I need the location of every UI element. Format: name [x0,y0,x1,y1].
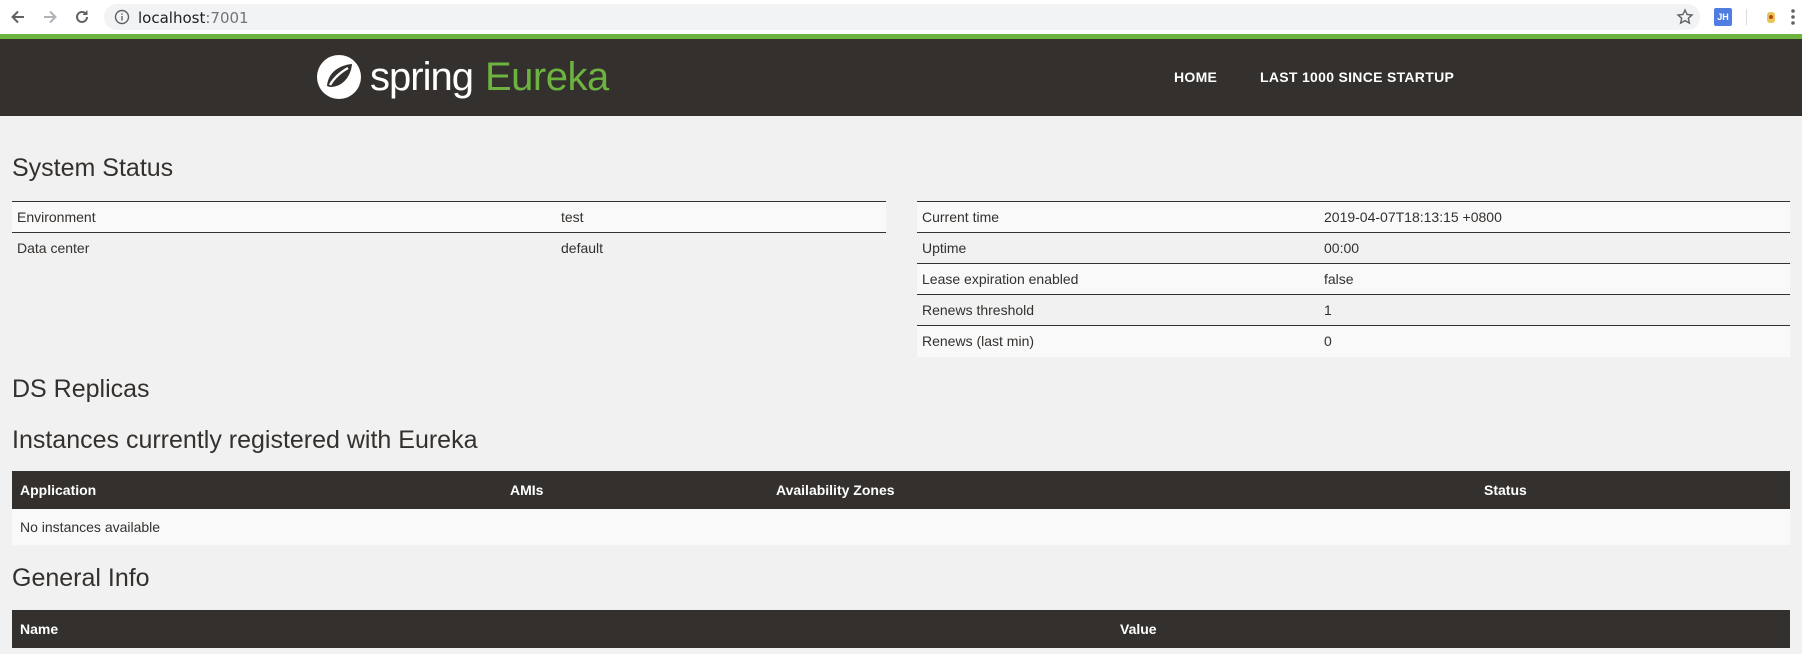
instances-table: Application AMIs Availability Zones Stat… [12,471,1790,545]
table-header-row: Name Value [12,610,1790,648]
url-port: :7001 [205,9,249,27]
bookmark-star-icon[interactable] [1676,8,1694,26]
row-value: test [556,201,886,233]
row-label: Renews (last min) [917,325,1319,357]
col-status: Status [1476,471,1790,509]
spring-eureka-logo[interactable]: spring Eureka [316,51,609,103]
table-row: No instances available [12,509,1790,545]
row-value: false [1319,263,1790,295]
navbar: spring Eureka HOME LAST 1000 SINCE START… [0,39,1802,116]
table-row: Renews (last min) 0 [917,325,1790,357]
browser-toolbar: localhost:7001 JH [0,0,1802,34]
row-value: default [556,232,886,264]
row-value: 00:00 [1319,232,1790,264]
col-value: Value [1112,610,1790,648]
table-header-row: Application AMIs Availability Zones Stat… [12,471,1790,509]
toolbar-divider [1746,9,1747,25]
system-status-right-table: Current time 2019-04-07T18:13:15 +0800 U… [917,201,1790,357]
col-amis: AMIs [502,471,768,509]
row-value: 1 [1319,294,1790,326]
row-label: Current time [917,201,1319,233]
table-row: Data center default [12,232,886,264]
spring-leaf-icon [317,55,361,99]
general-info-table: Name Value [12,610,1790,648]
table-row: Current time 2019-04-07T18:13:15 +0800 [917,201,1790,233]
system-status-left-table: Environment test Data center default [12,201,886,264]
extension-icon[interactable] [1764,9,1778,25]
table-row: Environment test [12,201,886,233]
col-availability-zones: Availability Zones [768,471,1476,509]
ds-replicas-title: DS Replicas [12,375,150,403]
system-status-title: System Status [12,154,174,182]
row-value: 0 [1319,325,1790,357]
row-value: 2019-04-07T18:13:15 +0800 [1319,201,1790,233]
forward-arrow-icon [44,10,57,24]
col-application: Application [12,471,502,509]
row-label: Renews threshold [917,294,1319,326]
url-host: localhost [138,9,206,27]
table-row: Uptime 00:00 [917,232,1790,264]
address-bar[interactable]: localhost:7001 [104,4,1700,30]
brand-eureka-text: Eureka [484,54,609,99]
back-button[interactable] [6,5,30,29]
col-name: Name [12,610,1112,648]
no-instances-message: No instances available [12,509,1790,545]
forward-button[interactable] [38,5,62,29]
brand-spring-text: spring [370,54,474,99]
table-row: Renews threshold 1 [917,294,1790,326]
extension-jh-icon[interactable]: JH [1714,8,1732,26]
nav-home[interactable]: HOME [1174,69,1217,85]
browser-menu-icon[interactable] [1790,8,1796,26]
row-label: Environment [12,201,556,233]
url-text[interactable]: localhost:7001 [138,9,249,27]
info-icon[interactable] [114,9,130,25]
table-row: Lease expiration enabled false [917,263,1790,295]
row-label: Data center [12,232,556,264]
reload-icon [76,10,88,23]
general-info-title: General Info [12,564,150,592]
instances-title: Instances currently registered with Eure… [12,426,478,454]
row-label: Lease expiration enabled [917,263,1319,295]
back-arrow-icon [11,10,24,24]
reload-button[interactable] [70,5,94,29]
row-label: Uptime [917,232,1319,264]
nav-last-1000[interactable]: LAST 1000 SINCE STARTUP [1260,69,1454,85]
